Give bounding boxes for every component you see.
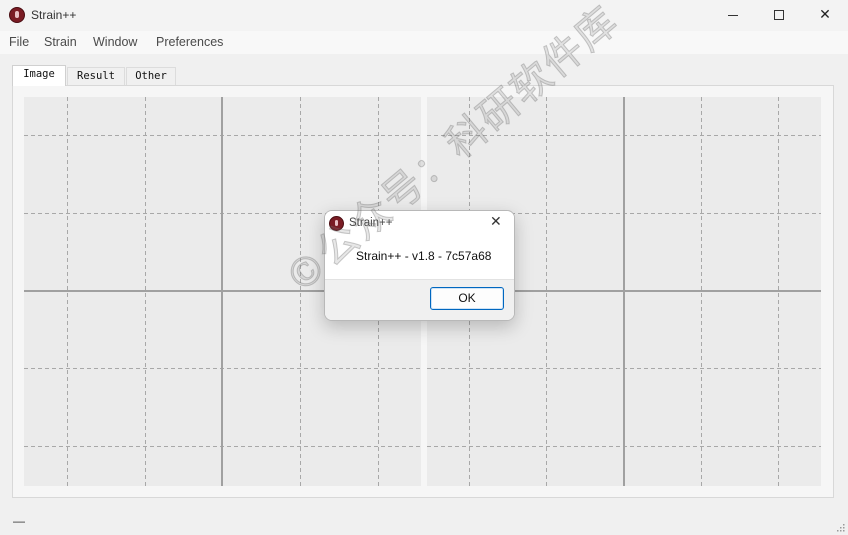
menu-window[interactable]: Window <box>93 35 137 49</box>
menu-file[interactable]: File <box>9 35 29 49</box>
app-logo-icon <box>9 7 25 23</box>
about-dialog: Strain++ ✕ Strain++ - v1.8 - 7c57a68 OK <box>324 210 515 321</box>
menu-bar: File Strain Window Preferences <box>0 31 848 54</box>
tab-other[interactable]: Other <box>126 67 176 85</box>
dialog-title: Strain++ <box>349 217 393 229</box>
close-button[interactable]: ✕ <box>802 0 848 31</box>
maximize-button[interactable] <box>756 0 802 31</box>
maximize-icon <box>774 10 784 20</box>
minimize-icon <box>728 14 738 16</box>
app-logo-icon <box>329 216 344 231</box>
tab-result[interactable]: Result <box>67 67 125 85</box>
tab-image[interactable]: Image <box>12 65 66 86</box>
minimize-button[interactable] <box>710 0 756 31</box>
close-icon: ✕ <box>819 7 831 23</box>
menu-strain[interactable]: Strain <box>44 35 77 49</box>
dialog-title-bar: Strain++ ✕ <box>325 211 514 237</box>
menu-preferences[interactable]: Preferences <box>156 35 223 49</box>
window-title: Strain++ <box>31 8 77 22</box>
dialog-body: Strain++ - v1.8 - 7c57a68 <box>325 237 514 279</box>
status-text: — <box>13 514 25 528</box>
dialog-footer: OK <box>325 279 514 320</box>
title-bar: Strain++ ✕ <box>0 0 848 31</box>
dialog-close-icon[interactable]: ✕ <box>490 214 502 230</box>
resize-grip-icon[interactable] <box>835 522 845 532</box>
status-bar: — <box>0 512 848 535</box>
ok-button[interactable]: OK <box>430 287 504 310</box>
dialog-message: Strain++ - v1.8 - 7c57a68 <box>356 249 492 263</box>
